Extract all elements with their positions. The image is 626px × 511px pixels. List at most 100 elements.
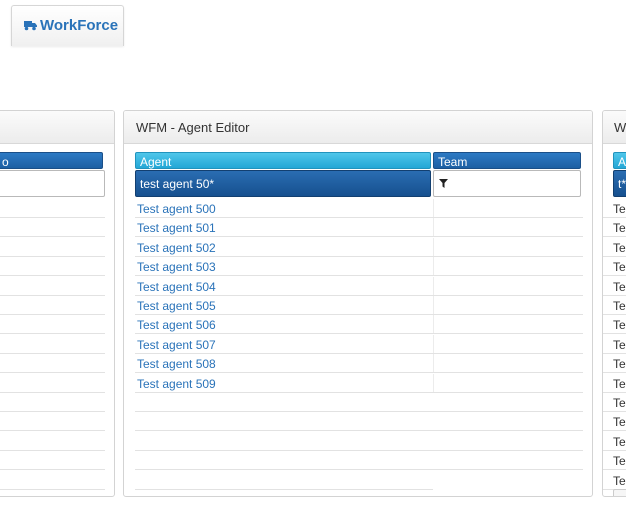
right-row[interactable]: Te bbox=[603, 315, 626, 335]
right-row[interactable]: Te bbox=[603, 354, 626, 374]
left-row bbox=[0, 315, 105, 335]
right-row-text: Te bbox=[613, 260, 626, 275]
table-row[interactable]: Test agent 500 bbox=[135, 199, 583, 218]
left-row bbox=[0, 393, 105, 412]
column-header-team-label: Team bbox=[438, 155, 468, 169]
right-row[interactable]: Te bbox=[603, 471, 626, 490]
team-cell bbox=[433, 237, 434, 256]
agent-name-cell[interactable]: Test agent 504 bbox=[137, 280, 216, 294]
agent-name-cell[interactable]: Test agent 505 bbox=[137, 299, 216, 313]
right-row[interactable]: Te bbox=[603, 218, 626, 238]
app-tab-workforce[interactable]: WorkForce bbox=[11, 5, 124, 46]
right-panel: W Ag t* Te Te Te Te Te Te Te Te Te Te Te Te Te Te Te « bbox=[602, 110, 626, 497]
table-row[interactable]: Test agent 505 bbox=[135, 296, 583, 315]
right-row-text: Te bbox=[613, 454, 626, 469]
right-row-text: Te bbox=[613, 337, 626, 352]
right-row[interactable]: Te bbox=[603, 335, 626, 354]
table-row[interactable]: Test agent 506 bbox=[135, 315, 583, 335]
right-row[interactable]: Te bbox=[603, 412, 626, 432]
agent-name-cell[interactable]: Test agent 507 bbox=[137, 338, 216, 352]
team-cell bbox=[433, 334, 434, 353]
agent-editor-panel: WFM - Agent Editor Agent Team test agent… bbox=[123, 110, 593, 497]
left-row bbox=[0, 374, 105, 393]
right-row[interactable]: Te bbox=[603, 238, 626, 257]
left-column-header[interactable]: o bbox=[0, 152, 103, 169]
left-row bbox=[0, 296, 105, 315]
right-row-text: Te bbox=[613, 318, 626, 333]
column-header-agent[interactable]: Agent bbox=[135, 152, 431, 169]
team-cell bbox=[433, 296, 434, 314]
left-column-header-label: o bbox=[2, 155, 9, 169]
right-panel-header: W bbox=[603, 111, 626, 144]
left-row bbox=[0, 199, 105, 218]
right-row-text: Te bbox=[613, 473, 626, 488]
right-row[interactable]: Te bbox=[603, 257, 626, 277]
right-panel-title: W bbox=[614, 120, 626, 135]
agent-name-cell[interactable]: Test agent 500 bbox=[137, 202, 216, 216]
right-row-text: Te bbox=[613, 396, 626, 410]
right-row-text: Te bbox=[613, 299, 626, 313]
right-row-text: Te bbox=[613, 279, 626, 294]
panel-title: WFM - Agent Editor bbox=[136, 120, 250, 135]
left-panel-header bbox=[0, 111, 114, 144]
agent-name-cell[interactable]: Test agent 509 bbox=[137, 377, 216, 391]
left-filter-input[interactable] bbox=[0, 170, 105, 197]
left-row bbox=[0, 412, 105, 432]
right-row-text: Te bbox=[613, 240, 626, 255]
agent-name-cell[interactable]: Test agent 503 bbox=[137, 260, 216, 274]
right-row-text: Te bbox=[613, 434, 626, 449]
agent-filter-input[interactable]: test agent 50* bbox=[135, 170, 431, 197]
agent-name-cell[interactable]: Test agent 501 bbox=[137, 221, 216, 235]
left-panel: o bbox=[0, 110, 115, 497]
right-row[interactable]: Te bbox=[603, 277, 626, 296]
right-row[interactable]: Te bbox=[603, 393, 626, 412]
team-cell bbox=[433, 354, 434, 373]
left-row bbox=[0, 471, 105, 490]
right-row[interactable]: Te bbox=[603, 374, 626, 393]
table-row[interactable]: Test agent 501 bbox=[135, 218, 583, 238]
table-row[interactable]: Test agent 508 bbox=[135, 354, 583, 374]
right-row-text: Te bbox=[613, 357, 626, 372]
empty-row bbox=[135, 393, 583, 412]
team-cell bbox=[433, 276, 434, 295]
right-row-text: Te bbox=[613, 202, 626, 216]
right-row[interactable]: Te bbox=[603, 296, 626, 315]
right-row-text: Te bbox=[613, 415, 626, 430]
empty-row bbox=[135, 432, 583, 451]
agent-name-cell[interactable]: Test agent 506 bbox=[137, 318, 216, 332]
right-row[interactable]: Te bbox=[603, 432, 626, 451]
pager-first-button[interactable]: « bbox=[613, 489, 626, 496]
right-column-header-label: Ag bbox=[618, 155, 626, 169]
table-row[interactable]: Test agent 503 bbox=[135, 257, 583, 277]
agent-editor-header: WFM - Agent Editor bbox=[124, 111, 592, 144]
empty-row bbox=[135, 412, 583, 432]
right-row-text: Te bbox=[613, 221, 626, 236]
table-row[interactable]: Test agent 504 bbox=[135, 276, 583, 296]
left-row bbox=[0, 277, 105, 296]
team-cell bbox=[433, 199, 434, 217]
team-cell bbox=[433, 218, 434, 237]
empty-row bbox=[135, 471, 433, 490]
left-row bbox=[0, 335, 105, 354]
column-header-team[interactable]: Team bbox=[433, 152, 581, 169]
team-filter-input[interactable] bbox=[433, 170, 581, 197]
left-row bbox=[0, 432, 105, 451]
table-row[interactable]: Test agent 507 bbox=[135, 334, 583, 354]
agent-name-cell[interactable]: Test agent 502 bbox=[137, 241, 216, 255]
right-row[interactable]: Te bbox=[603, 199, 626, 218]
left-row bbox=[0, 238, 105, 257]
table-row[interactable]: Test agent 509 bbox=[135, 373, 583, 393]
team-cell bbox=[433, 257, 434, 276]
table-row[interactable]: Test agent 502 bbox=[135, 237, 583, 257]
left-row bbox=[0, 218, 105, 238]
right-filter-input[interactable]: t* bbox=[613, 170, 626, 197]
agent-name-cell[interactable]: Test agent 508 bbox=[137, 357, 216, 371]
right-column-header[interactable]: Ag bbox=[613, 152, 626, 169]
app-title: WorkForce bbox=[40, 17, 119, 34]
team-cell bbox=[433, 315, 434, 334]
left-row bbox=[0, 451, 105, 471]
right-filter-value: t* bbox=[618, 177, 626, 191]
right-row[interactable]: Te bbox=[603, 451, 626, 471]
empty-row bbox=[135, 451, 583, 471]
team-cell bbox=[433, 373, 434, 392]
